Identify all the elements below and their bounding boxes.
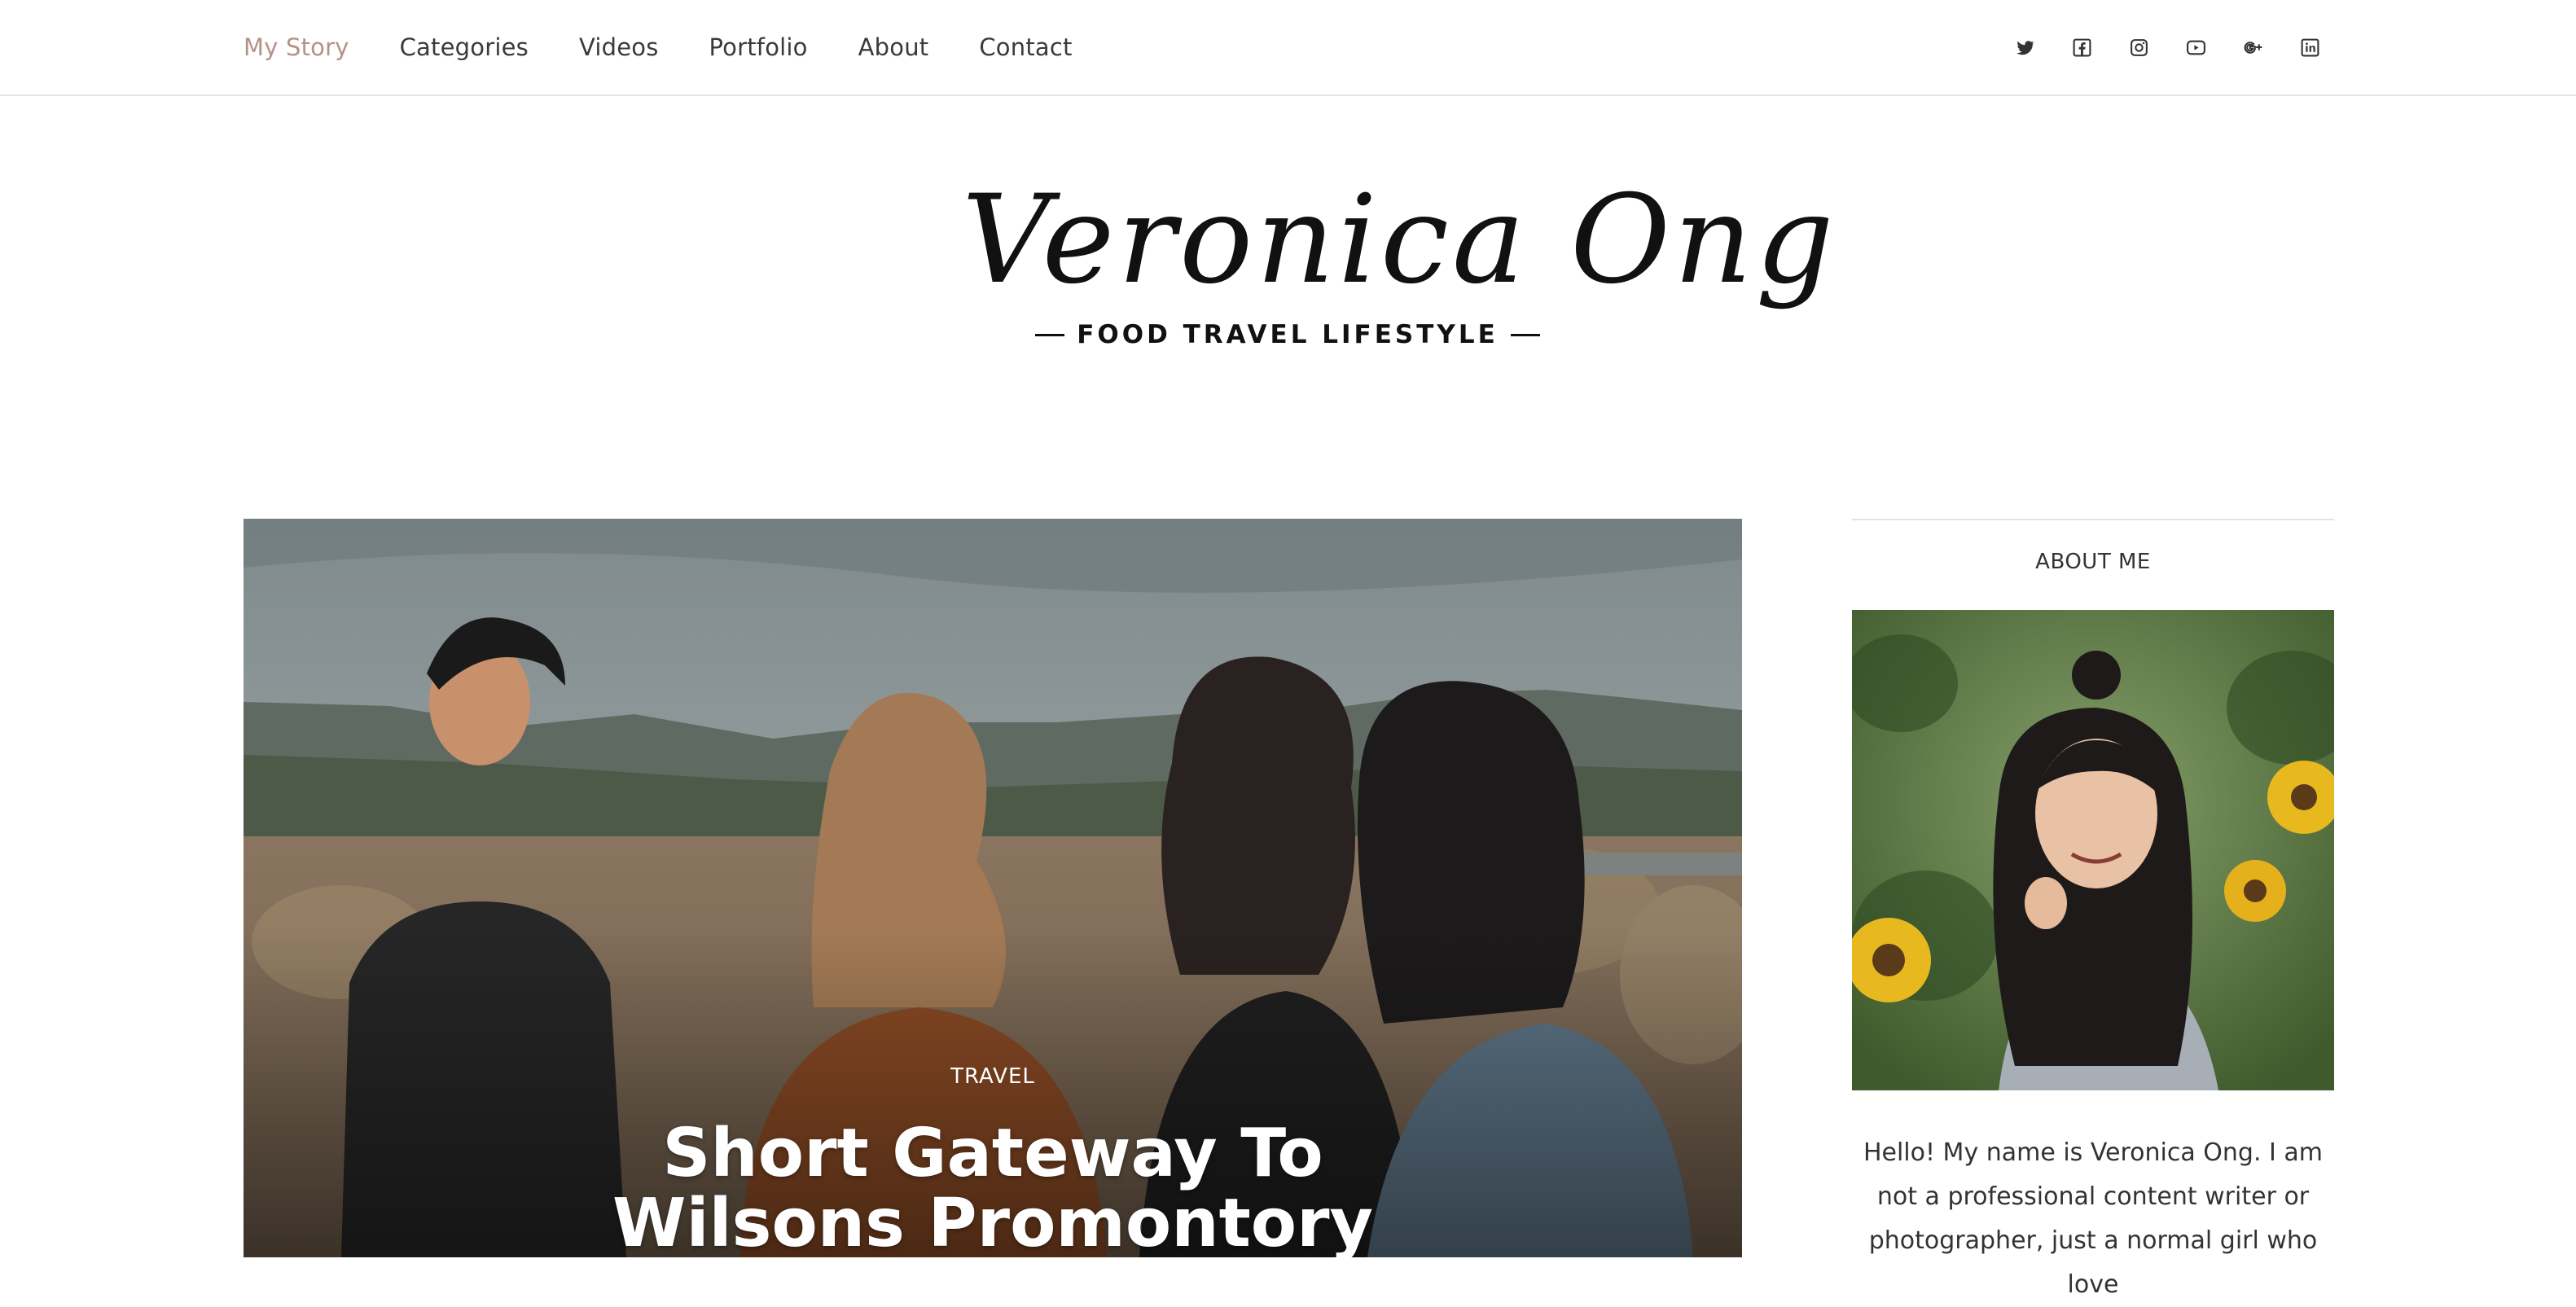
logo-tagline-row: FOOD TRAVEL LIFESTYLE <box>962 320 1613 349</box>
featured-post[interactable]: TRAVEL Short Gateway To Wilsons Promonto… <box>244 519 1742 1257</box>
tagline-dash-right <box>1510 333 1540 336</box>
tagline-dash-left <box>1035 333 1065 336</box>
twitter-icon[interactable] <box>2015 37 2035 58</box>
logo-tagline: FOOD TRAVEL LIFESTYLE <box>1077 320 1499 349</box>
about-me-photo <box>1852 610 2334 1090</box>
top-navigation-bar: My Story Categories Videos Portfolio Abo… <box>0 0 2576 96</box>
menu-item-portfolio[interactable]: Portfolio <box>709 33 808 61</box>
site-logo[interactable]: Veronica Ong FOOD TRAVEL LIFESTYLE <box>962 167 1837 362</box>
instagram-icon[interactable] <box>2129 37 2149 58</box>
sidebar-divider <box>1852 519 2334 520</box>
google-plus-icon[interactable] <box>2243 37 2263 58</box>
menu-item-about[interactable]: About <box>858 33 929 61</box>
sidebar: ABOUT ME Hello! My name is Veronica Ong.… <box>1852 519 2334 1299</box>
main-menu: My Story Categories Videos Portfolio Abo… <box>244 0 1123 94</box>
menu-item-contact[interactable]: Contact <box>979 33 1072 61</box>
menu-item-videos[interactable]: Videos <box>579 33 659 61</box>
social-links <box>2015 0 2320 94</box>
post-category[interactable]: TRAVEL <box>244 1064 1742 1089</box>
facebook-icon[interactable] <box>2072 37 2092 58</box>
linkedin-icon[interactable] <box>2300 37 2320 58</box>
widget-title: ABOUT ME <box>2035 550 2151 574</box>
logo-name: Veronica Ong <box>962 169 1837 311</box>
menu-item-my-story[interactable]: My Story <box>244 33 349 61</box>
post-title[interactable]: Short Gateway To Wilsons Promontory Nati… <box>520 1119 1465 1258</box>
menu-item-categories[interactable]: Categories <box>400 33 529 61</box>
about-me-text: Hello! My name is Veronica Ong. I am not… <box>1863 1138 2324 1299</box>
youtube-icon[interactable] <box>2186 37 2206 58</box>
